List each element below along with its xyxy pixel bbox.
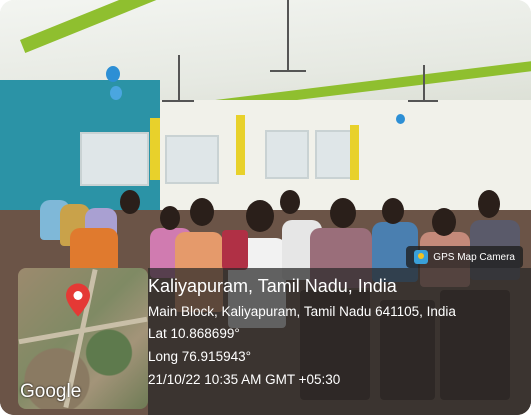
location-map: Google xyxy=(18,268,148,409)
ceiling-fan xyxy=(423,65,425,100)
event-photo: Google GPS Map Camera Kaliyapuram, Tamil… xyxy=(0,0,531,415)
ceiling-fan xyxy=(178,55,180,100)
longitude: Long 76.915943° xyxy=(148,349,251,364)
ceiling-fan xyxy=(408,100,438,102)
balloon xyxy=(106,66,120,82)
ceiling-fan xyxy=(270,70,306,72)
location-title: Kaliyapuram, Tamil Nadu, India xyxy=(148,276,397,296)
timestamp: 21/10/22 10:35 AM GMT +05:30 xyxy=(148,372,341,387)
location-panel: GPS Map Camera Kaliyapuram, Tamil Nadu, … xyxy=(148,246,531,415)
pillar xyxy=(236,115,245,175)
balloon xyxy=(110,86,122,100)
latitude: Lat 10.868699° xyxy=(148,326,240,341)
ceiling-fan xyxy=(162,100,194,102)
map-pin-icon xyxy=(66,283,90,317)
location-address: Main Block, Kaliyapuram, Tamil Nadu 6411… xyxy=(148,304,456,319)
gps-camera-icon xyxy=(414,250,429,264)
google-logo: Google xyxy=(20,381,82,402)
geotag-overlay: Google GPS Map Camera Kaliyapuram, Tamil… xyxy=(18,246,531,415)
balloon xyxy=(396,114,405,124)
ceiling-fan xyxy=(287,0,289,70)
gps-map-camera-badge: GPS Map Camera xyxy=(406,246,523,268)
badge-label: GPS Map Camera xyxy=(433,251,515,263)
